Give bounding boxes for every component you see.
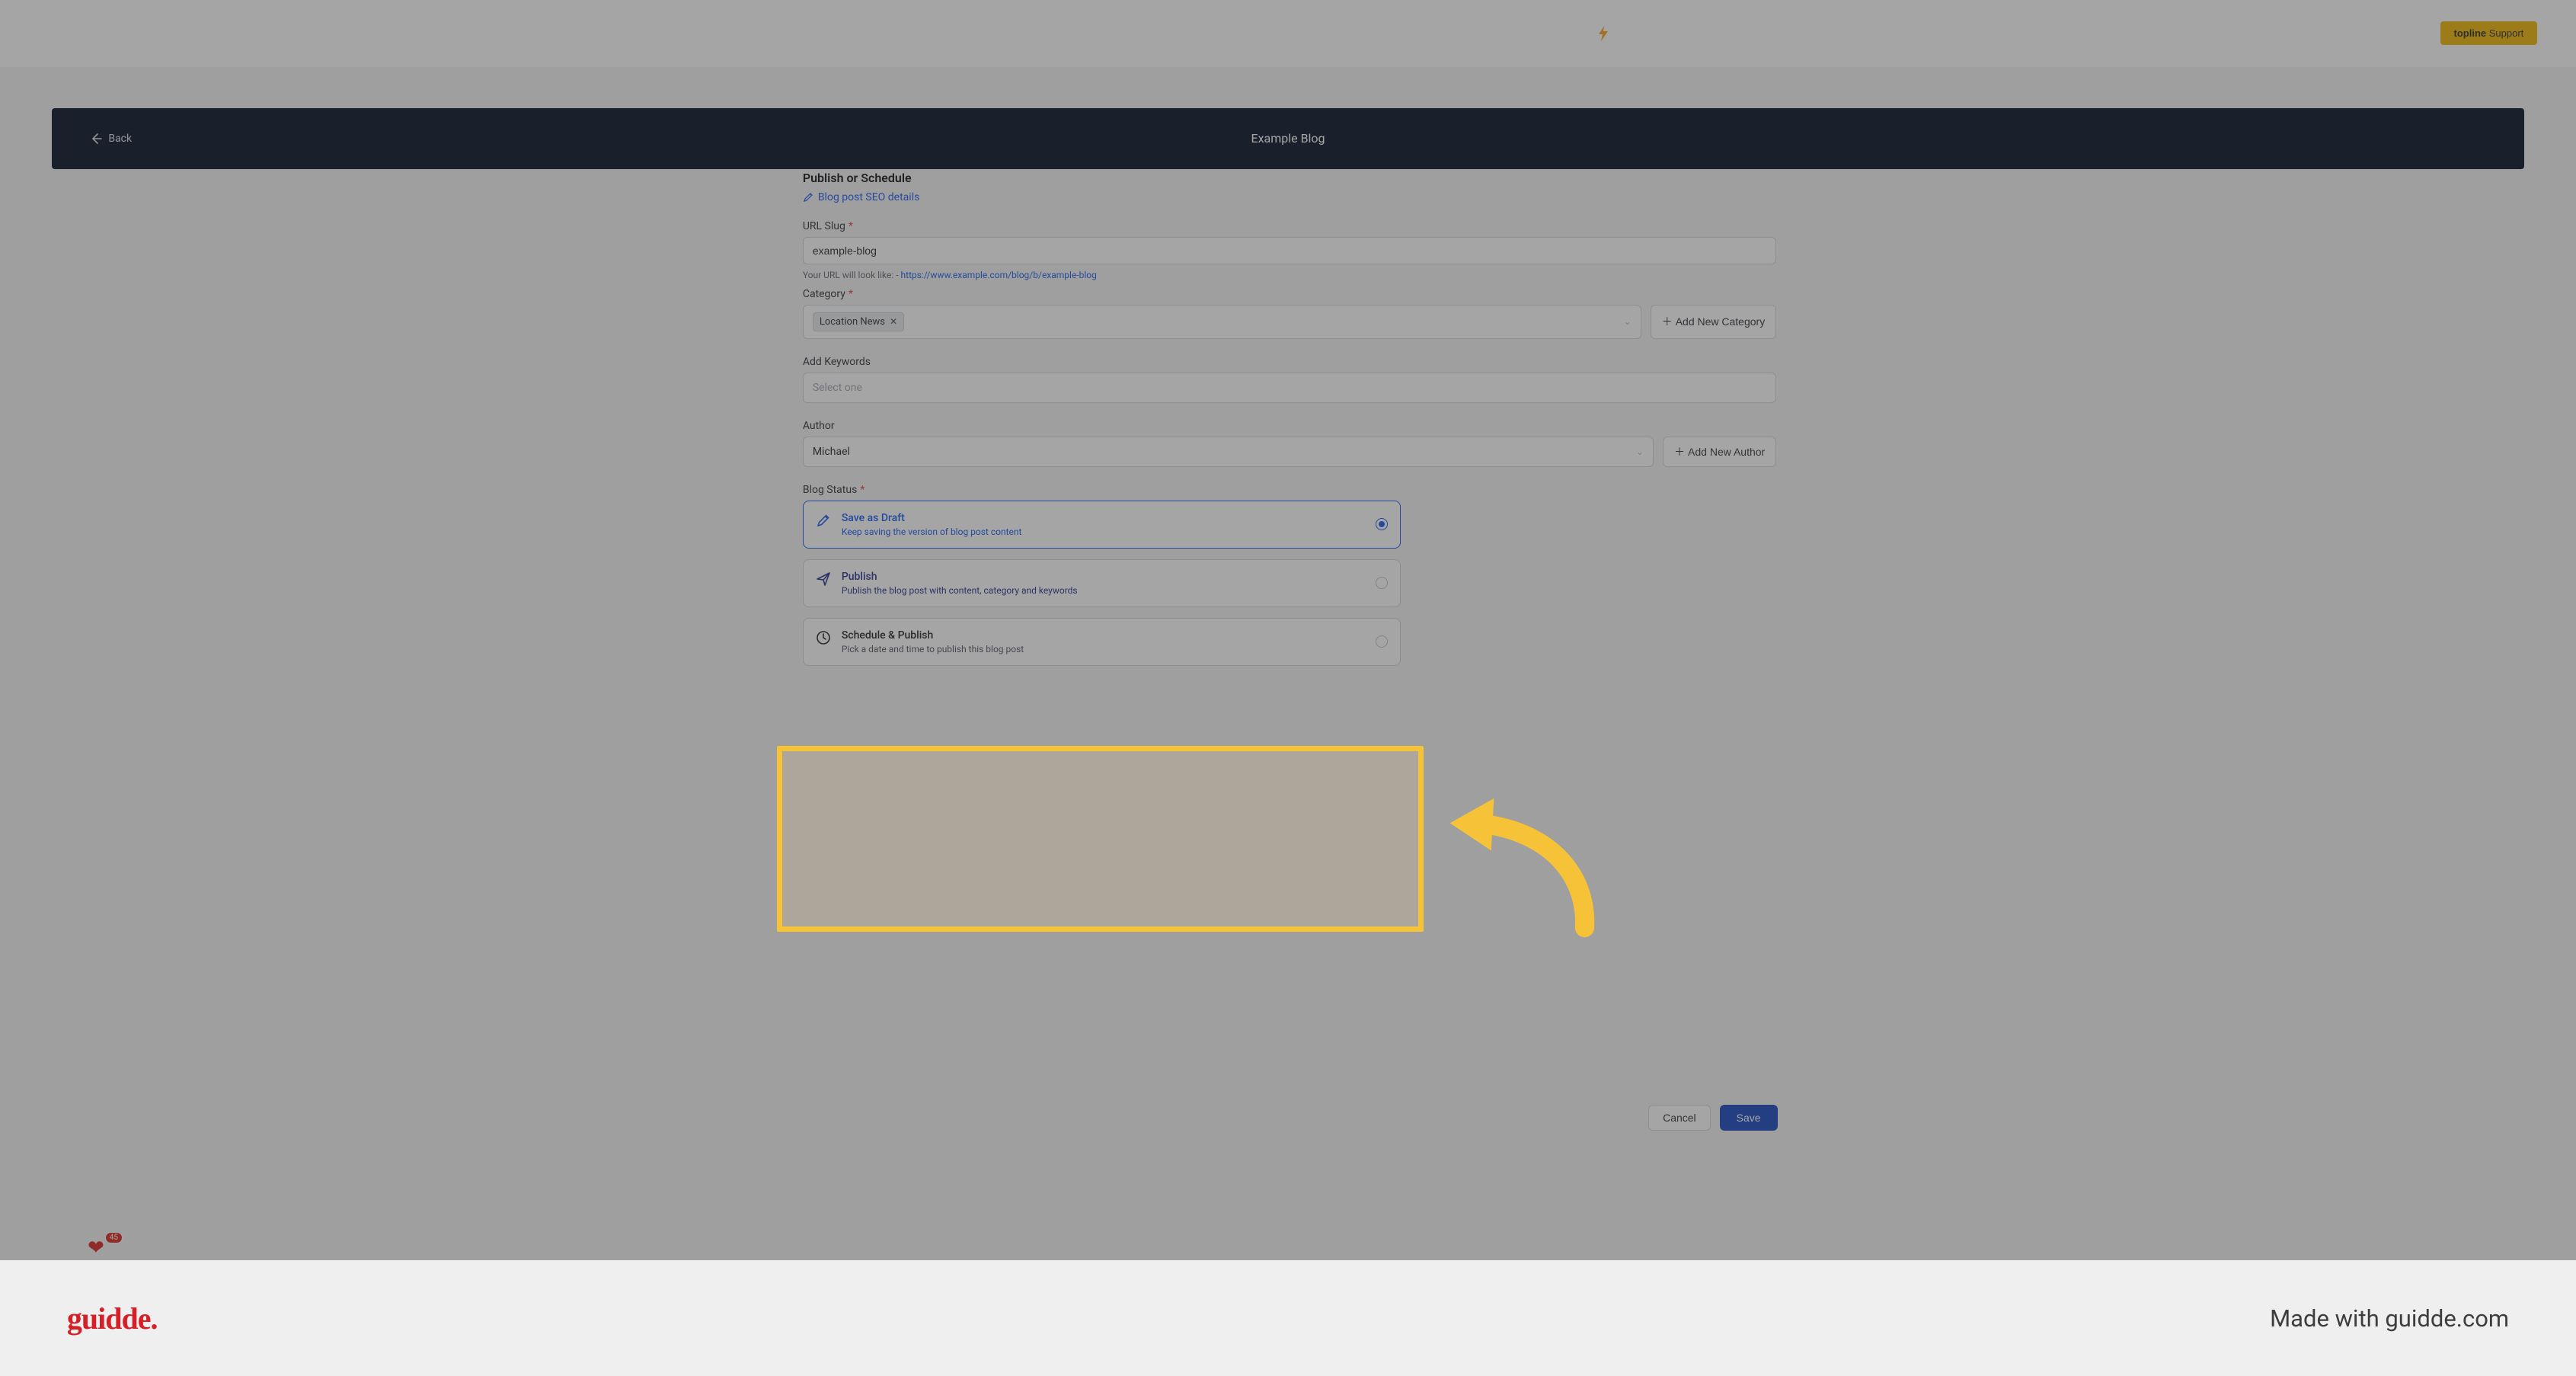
watermark-bar: guidde. Made with guidde.com <box>0 1260 2576 1376</box>
watermark-text: Made with guidde.com <box>2270 1304 2509 1333</box>
screenshot-dim-overlay <box>0 0 2576 1260</box>
guidde-logo: guidde. <box>67 1301 158 1336</box>
app-frame: topline Support Back Example Blog Publis… <box>0 0 2576 1260</box>
